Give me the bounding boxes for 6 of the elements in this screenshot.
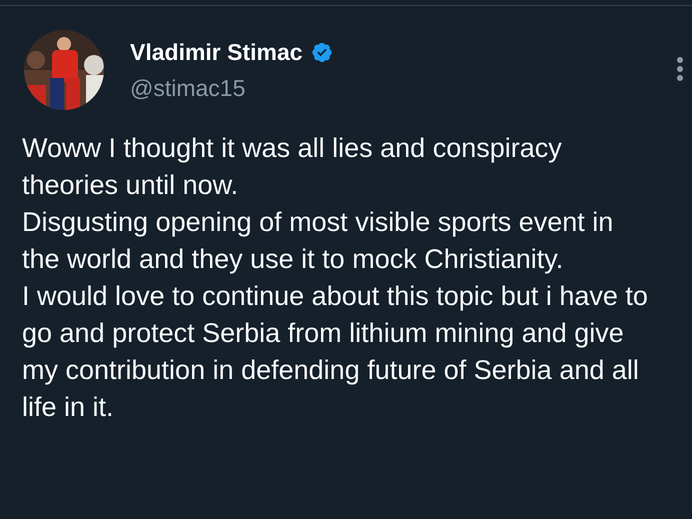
author-name[interactable]: Vladimir Stimac bbox=[130, 38, 303, 66]
tweet-text: I would love to continue about this topic but i have to go and protect Serbia from lithium mining and give my contribution in defending future of Serbia and all life in it. bbox=[22, 280, 649, 424]
author-handle[interactable]: @stimac15 bbox=[130, 74, 333, 102]
tweet-text: Disgusting opening of most visible sports event in the world and they use it to mock Christianity. bbox=[22, 206, 614, 276]
more-options-icon[interactable] bbox=[676, 56, 684, 82]
tweet-text: Woww I thought it was all lies and conspiracy theories until now. bbox=[22, 132, 563, 202]
